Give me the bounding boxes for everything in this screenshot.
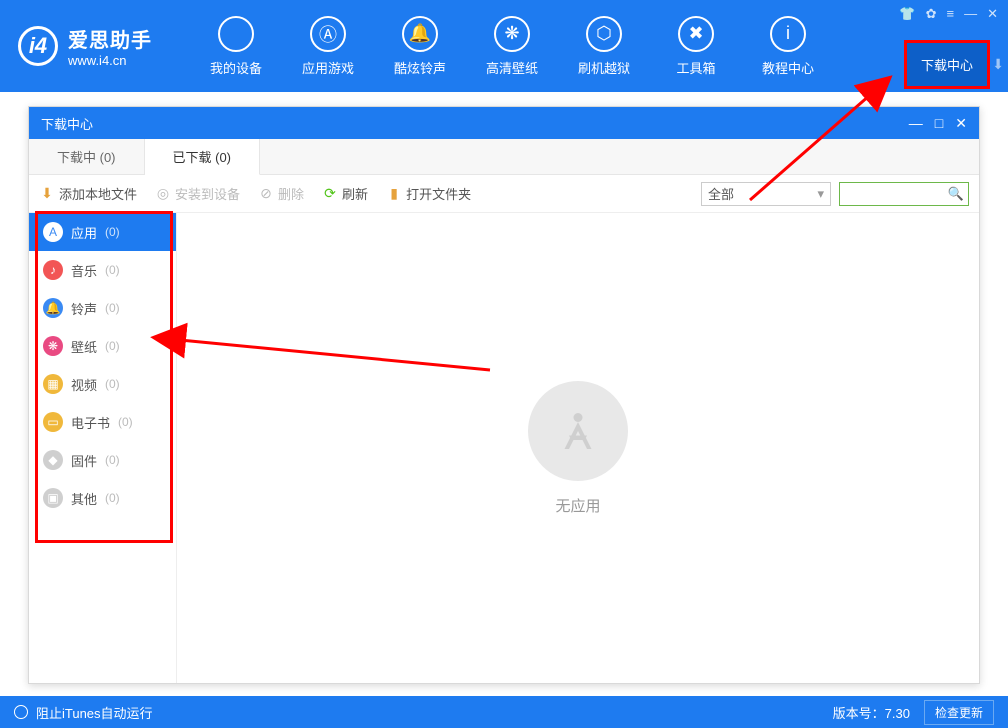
download-center-panel: 下载中心 — □ ✕ 下载中 (0) 已下载 (0) ⬇ 添加本地文件 ◎ 安装… <box>28 106 980 684</box>
sidebar-item-wallpapers[interactable]: ❋壁纸(0) <box>29 327 176 365</box>
status-toggle-icon[interactable] <box>14 705 28 719</box>
settings-icon[interactable]: ✿ <box>926 6 937 22</box>
panel-minimize-icon[interactable]: — <box>909 115 923 132</box>
delete-icon: ⊘ <box>258 186 274 202</box>
apps-icon: A <box>43 222 63 242</box>
nav-wallpapers[interactable]: ❋高清壁纸 <box>466 16 558 77</box>
flower-icon: ❋ <box>494 16 530 52</box>
minimize-icon[interactable]: — <box>964 6 977 22</box>
flower-icon: ❋ <box>43 336 63 356</box>
nav-my-device[interactable]: 我的设备 <box>190 16 282 77</box>
version-label: 版本号：7.30 <box>833 703 910 722</box>
app-header: i4 爱思助手 www.i4.cn 我的设备 Ⓐ应用游戏 🔔酷炫铃声 ❋高清壁纸… <box>0 0 1008 92</box>
sidebar-item-apps[interactable]: A应用(0) <box>29 213 176 251</box>
nav-tutorials[interactable]: i教程中心 <box>742 16 834 77</box>
app-url: www.i4.cn <box>68 53 152 68</box>
panel-maximize-icon[interactable]: □ <box>935 115 943 132</box>
sidebar-item-firmware[interactable]: ◆固件(0) <box>29 441 176 479</box>
add-local-file-button[interactable]: ⬇ 添加本地文件 <box>39 184 137 203</box>
search-input[interactable] <box>844 187 948 201</box>
download-folder-icon: ⬇ <box>39 186 55 202</box>
check-update-button[interactable]: 检查更新 <box>924 700 994 725</box>
status-bar: 阻止iTunes自动运行 版本号：7.30 检查更新 <box>0 696 1008 728</box>
install-to-device-button[interactable]: ◎ 安装到设备 <box>155 184 240 203</box>
book-icon: ▭ <box>43 412 63 432</box>
filter-select[interactable]: 全部 ▾ <box>701 182 831 206</box>
logo-text: 爱思助手 www.i4.cn <box>68 24 152 68</box>
apps-icon: Ⓐ <box>310 16 346 52</box>
refresh-icon: ⟳ <box>322 186 338 202</box>
panel-tabs: 下载中 (0) 已下载 (0) <box>29 139 979 175</box>
search-icon: 🔍 <box>948 186 964 202</box>
tab-downloaded[interactable]: 已下载 (0) <box>145 139 261 175</box>
bell-icon: 🔔 <box>402 16 438 52</box>
nav-jailbreak[interactable]: ⬡刷机越狱 <box>558 16 650 77</box>
nav-apps[interactable]: Ⓐ应用游戏 <box>282 16 374 77</box>
app-name: 爱思助手 <box>68 24 152 53</box>
logo-icon: i4 <box>18 26 58 66</box>
sidebar-item-ebooks[interactable]: ▭电子书(0) <box>29 403 176 441</box>
folder-icon: ▮ <box>386 186 402 202</box>
search-box[interactable]: 🔍 <box>839 182 969 206</box>
bell-icon: 🔔 <box>43 298 63 318</box>
window-controls: 👕 ✿ ≡ — ✕ <box>899 6 998 22</box>
tools-icon: ✖ <box>678 16 714 52</box>
itunes-block-label: 阻止iTunes自动运行 <box>36 703 153 722</box>
panel-title-text: 下载中心 <box>41 114 93 133</box>
music-icon: ♪ <box>43 260 63 280</box>
info-icon: i <box>770 16 806 52</box>
sidebar-item-videos[interactable]: ▦视频(0) <box>29 365 176 403</box>
skin-icon[interactable]: 👕 <box>899 6 915 22</box>
video-icon: ▦ <box>43 374 63 394</box>
tab-downloading[interactable]: 下载中 (0) <box>29 139 145 174</box>
panel-titlebar: 下载中心 — □ ✕ <box>29 107 979 139</box>
empty-apps-icon <box>528 381 628 481</box>
apple-icon <box>218 16 254 52</box>
other-icon: ▣ <box>43 488 63 508</box>
empty-content: 无应用 <box>177 213 979 683</box>
refresh-button[interactable]: ⟳ 刷新 <box>322 184 368 203</box>
nav-toolbox[interactable]: ✖工具箱 <box>650 16 742 77</box>
sidebar-item-ringtones[interactable]: 🔔铃声(0) <box>29 289 176 327</box>
category-sidebar: A应用(0) ♪音乐(0) 🔔铃声(0) ❋壁纸(0) ▦视频(0) ▭电子书(… <box>29 213 177 683</box>
open-folder-button[interactable]: ▮ 打开文件夹 <box>386 184 471 203</box>
download-center-button[interactable]: 下载中心 <box>904 40 990 89</box>
sidebar-item-other[interactable]: ▣其他(0) <box>29 479 176 517</box>
install-icon: ◎ <box>155 186 171 202</box>
sidebar-item-music[interactable]: ♪音乐(0) <box>29 251 176 289</box>
firmware-icon: ◆ <box>43 450 63 470</box>
nav-ringtones[interactable]: 🔔酷炫铃声 <box>374 16 466 77</box>
download-icon[interactable]: ⬇ <box>992 56 1004 73</box>
main-nav: 我的设备 Ⓐ应用游戏 🔔酷炫铃声 ❋高清壁纸 ⬡刷机越狱 ✖工具箱 i教程中心 <box>190 16 834 77</box>
panel-toolbar: ⬇ 添加本地文件 ◎ 安装到设备 ⊘ 删除 ⟳ 刷新 ▮ 打开文件夹 全部 ▾ … <box>29 175 979 213</box>
close-icon[interactable]: ✕ <box>987 6 998 22</box>
panel-close-icon[interactable]: ✕ <box>955 115 967 132</box>
cube-icon: ⬡ <box>586 16 622 52</box>
empty-text: 无应用 <box>555 495 600 516</box>
delete-button[interactable]: ⊘ 删除 <box>258 184 304 203</box>
logo-area: i4 爱思助手 www.i4.cn <box>0 24 190 68</box>
chevron-down-icon: ▾ <box>817 186 824 202</box>
menu-icon[interactable]: ≡ <box>947 6 955 22</box>
